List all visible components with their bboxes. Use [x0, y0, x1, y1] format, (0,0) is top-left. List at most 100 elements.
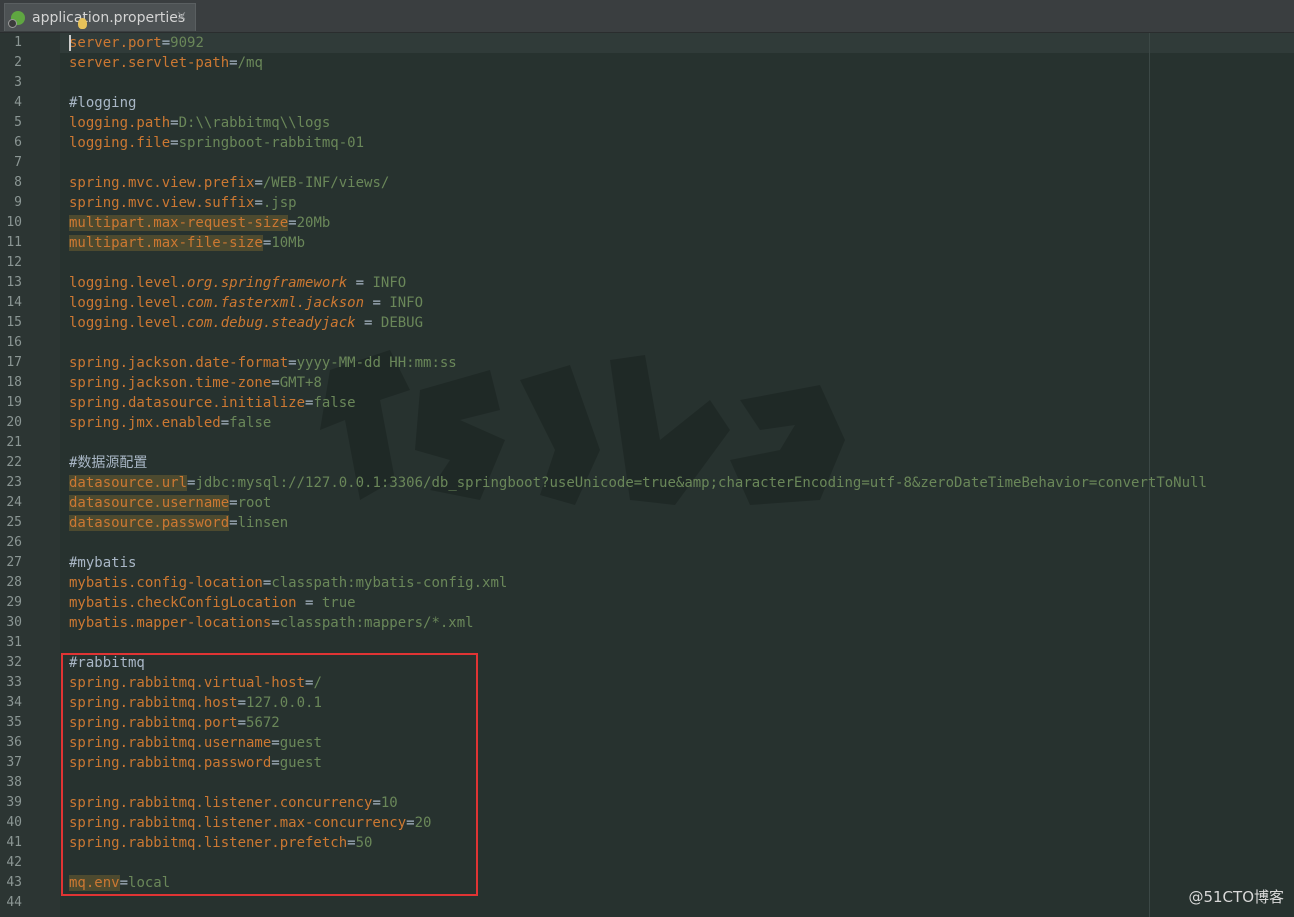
line-number: 1 — [14, 35, 22, 50]
property-key: spring.jackson.time-zone — [69, 375, 272, 391]
line-number: 34 — [6, 695, 22, 710]
spring-properties-icon — [8, 10, 25, 28]
line-number: 7 — [14, 155, 22, 170]
property-key: datasource.password — [69, 515, 230, 531]
property-value: root — [237, 495, 272, 511]
line-number: 6 — [14, 135, 22, 150]
editor-window: application.properties × 1 2 3 4 5 6 7 8 9 10 11 12… — [0, 0, 1294, 917]
line-number: 23 — [6, 475, 22, 490]
line-number: 3 — [14, 75, 22, 90]
line-number: 10 — [6, 215, 22, 230]
tab-application-properties[interactable]: application.properties × — [4, 3, 196, 31]
separator: = — [271, 375, 280, 391]
code-line[interactable]: server.servlet-path=/mq — [69, 53, 263, 73]
code-line[interactable]: mybatis.config-location=classpath:mybati… — [69, 573, 507, 593]
property-key: server.servlet-path — [69, 55, 230, 71]
code-line[interactable]: spring.mvc.view.prefix=/WEB-INF/views/ — [69, 173, 389, 193]
property-key: spring.datasource.initialize — [69, 395, 306, 411]
property-key: multipart.max-file-size — [69, 235, 263, 251]
separator: = — [355, 315, 381, 331]
separator: = — [296, 595, 322, 611]
line-number: 8 — [14, 175, 22, 190]
line-number: 14 — [6, 295, 22, 310]
line-number: 22 — [6, 455, 22, 470]
property-key: logging.path — [69, 115, 171, 131]
property-key: spring.jmx.enabled — [69, 415, 221, 431]
line-number: 32 — [6, 655, 22, 670]
property-value: DEBUG — [380, 315, 424, 331]
line-number: 2 — [14, 55, 22, 70]
code-line[interactable]: spring.mvc.view.suffix=.jsp — [69, 193, 297, 213]
lightbulb-icon[interactable] — [78, 18, 87, 29]
property-key: datasource.username — [69, 495, 230, 511]
code-line[interactable]: #mybatis — [69, 553, 136, 573]
line-number: 18 — [6, 375, 22, 390]
property-key: multipart.max-request-size — [69, 215, 289, 231]
tab-bar: application.properties × — [0, 0, 1294, 33]
code-line[interactable]: multipart.max-file-size=10Mb — [69, 233, 305, 253]
separator: = — [364, 295, 390, 311]
property-value: D:\\rabbitmq\\logs — [178, 115, 331, 131]
code-line[interactable]: logging.level.org.springframework = INFO — [69, 273, 406, 293]
property-value: yyyy-MM-dd HH:mm:ss — [296, 355, 457, 371]
line-number: 12 — [6, 255, 22, 270]
code-line[interactable]: logging.level.com.debug.steadyjack = DEB… — [69, 313, 423, 333]
line-number: 26 — [6, 535, 22, 550]
property-value: 9092 — [170, 35, 204, 51]
code-line[interactable]: datasource.url=jdbc:mysql://127.0.0.1:33… — [69, 473, 1207, 493]
property-key: logging.level. — [69, 315, 188, 331]
text-caret — [69, 35, 71, 51]
code-line[interactable]: multipart.max-request-size=20Mb — [69, 213, 330, 233]
property-value: jdbc:mysql://127.0.0.1:3306/db_springboo… — [195, 475, 1207, 491]
property-value: 20Mb — [296, 215, 331, 231]
code-line[interactable]: datasource.password=linsen — [69, 513, 288, 533]
property-key: mybatis.checkConfigLocation — [69, 595, 297, 611]
line-number: 38 — [6, 775, 22, 790]
line-number: 42 — [6, 855, 22, 870]
separator: = — [161, 35, 171, 51]
code-line[interactable]: spring.jackson.date-format=yyyy-MM-dd HH… — [69, 353, 457, 373]
line-number: 17 — [6, 355, 22, 370]
property-value: INFO — [372, 275, 407, 291]
property-key: spring.mvc.view.suffix — [69, 195, 255, 211]
line-number: 24 — [6, 495, 22, 510]
current-line-highlight — [60, 33, 1294, 53]
code-line[interactable]: mybatis.checkConfigLocation = true — [69, 593, 356, 613]
separator: = — [271, 615, 280, 631]
code-line[interactable]: server.port=9092 — [69, 33, 204, 53]
code-line[interactable]: #数据源配置 — [69, 453, 147, 473]
property-key: logging.level. — [69, 295, 188, 311]
code-line[interactable]: logging.file=springboot-rabbitmq-01 — [69, 133, 364, 153]
separator: = — [170, 135, 179, 151]
code-line[interactable]: logging.level.com.fasterxml.jackson = IN… — [69, 293, 423, 313]
code-line[interactable]: spring.jackson.time-zone=GMT+8 — [69, 373, 322, 393]
property-value: false — [229, 415, 272, 431]
close-icon[interactable]: × — [176, 9, 187, 25]
code-line[interactable]: spring.jmx.enabled=false — [69, 413, 271, 433]
line-number: 29 — [6, 595, 22, 610]
line-number: 40 — [6, 815, 22, 830]
line-number: 43 — [6, 875, 22, 890]
line-number: 30 — [6, 615, 22, 630]
line-number: 27 — [6, 555, 22, 570]
code-line[interactable]: datasource.username=root — [69, 493, 271, 513]
property-key-package: org.springframework — [187, 275, 348, 291]
line-number: 15 — [6, 315, 22, 330]
line-number: 16 — [6, 335, 22, 350]
line-number: 35 — [6, 715, 22, 730]
line-number: 20 — [6, 415, 22, 430]
property-value: springboot-rabbitmq-01 — [178, 135, 365, 151]
code-line[interactable]: #logging — [69, 93, 136, 113]
code-line[interactable]: mybatis.mapper-locations=classpath:mappe… — [69, 613, 474, 633]
rabbitmq-highlight-box — [61, 653, 478, 896]
separator: = — [170, 115, 179, 131]
code-line[interactable]: spring.datasource.initialize=false — [69, 393, 356, 413]
property-value: .jsp — [262, 195, 297, 211]
line-number: 41 — [6, 835, 22, 850]
line-number: 25 — [6, 515, 22, 530]
separator: = — [288, 355, 297, 371]
property-key: mybatis.config-location — [69, 575, 263, 591]
property-value: /mq — [237, 55, 263, 71]
code-line[interactable]: logging.path=D:\\rabbitmq\\logs — [69, 113, 330, 133]
line-number: 4 — [14, 95, 22, 110]
